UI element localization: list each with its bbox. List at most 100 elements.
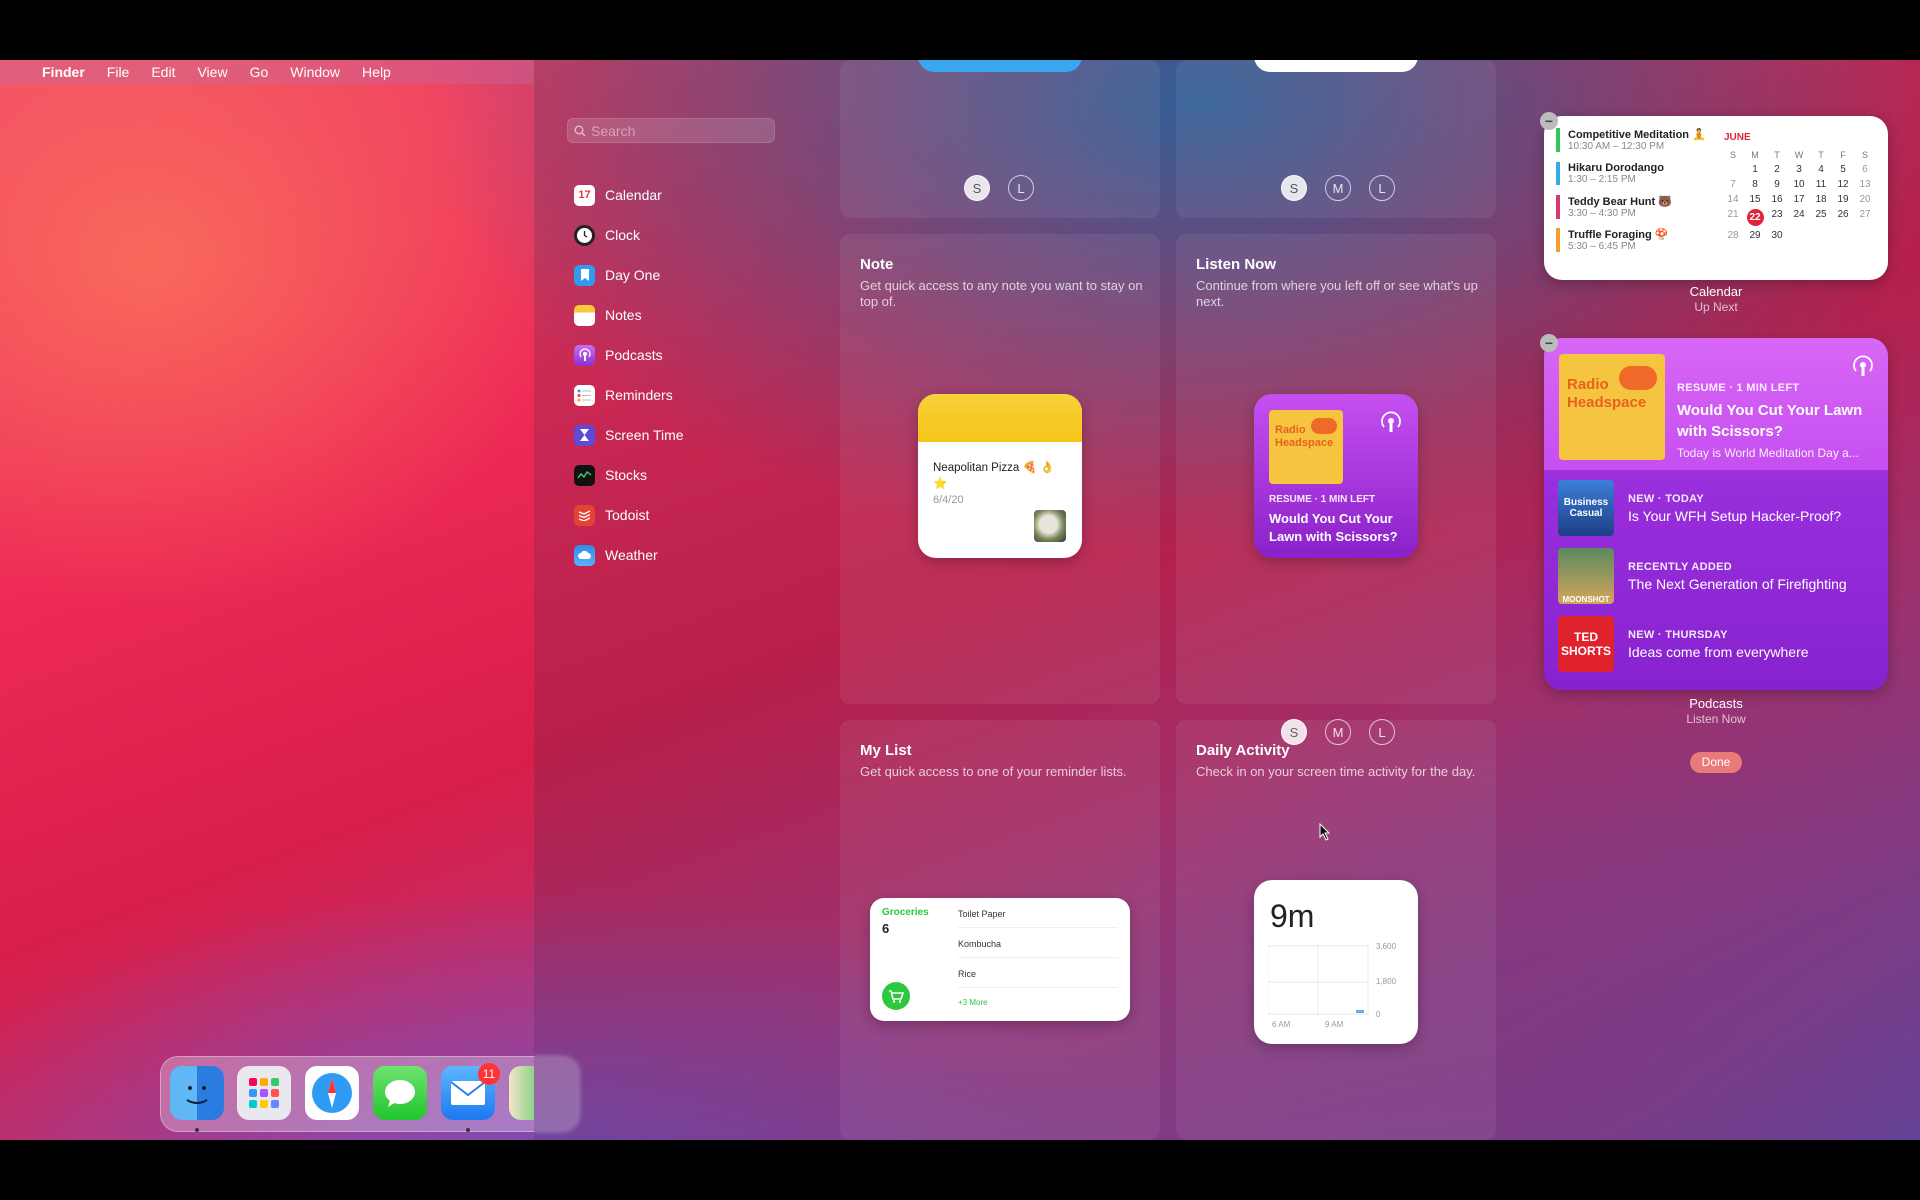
podcast-hero[interactable]: Radio Headspace RESUME · 1 MIN LEFT Woul… bbox=[1544, 338, 1888, 470]
menu-view[interactable]: View bbox=[197, 64, 227, 80]
widget-card-listen-now[interactable]: Listen Now Continue from where you left … bbox=[1176, 234, 1496, 704]
menu-edit[interactable]: Edit bbox=[151, 64, 175, 80]
menu-go[interactable]: Go bbox=[250, 64, 269, 80]
podcast-episode-item[interactable]: MOONSHOT RECENTLY ADDED The Next Generati… bbox=[1558, 546, 1847, 606]
podcasts-widget[interactable]: Radio Headspace RESUME · 1 MIN LEFT Woul… bbox=[1544, 338, 1888, 690]
search-field[interactable] bbox=[567, 118, 775, 143]
messages-icon[interactable] bbox=[373, 1066, 427, 1120]
business-casual-artwork: Business Casual bbox=[1558, 480, 1614, 536]
search-input[interactable] bbox=[591, 122, 761, 139]
calendar-day[interactable]: 14 bbox=[1722, 194, 1744, 205]
size-medium-button[interactable]: M bbox=[1325, 175, 1351, 201]
calendar-day[interactable]: 6 bbox=[1854, 164, 1876, 175]
podcast-widget-preview[interactable]: Radio Headspace RESUME · 1 MIN LEFT Woul… bbox=[1254, 394, 1418, 558]
sidebar-item-clock[interactable]: Clock bbox=[574, 221, 774, 249]
calendar-day[interactable]: 8 bbox=[1744, 179, 1766, 190]
calendar-event[interactable]: Competitive Meditation 🧘 10:30 AM – 12:3… bbox=[1556, 128, 1706, 152]
note-thumbnail bbox=[1034, 510, 1066, 542]
sidebar-item-day-one[interactable]: Day One bbox=[574, 261, 774, 289]
menu-window[interactable]: Window bbox=[290, 64, 340, 80]
calendar-event[interactable]: Truffle Foraging 🍄 5:30 – 6:45 PM bbox=[1556, 228, 1668, 252]
size-large-button[interactable]: L bbox=[1369, 175, 1395, 201]
sidebar-item-label: Stocks bbox=[605, 467, 648, 483]
calendar-day[interactable]: 20 bbox=[1854, 194, 1876, 205]
calendar-day[interactable]: 25 bbox=[1810, 209, 1832, 226]
calendar-day[interactable]: 18 bbox=[1810, 194, 1832, 205]
partial-widget bbox=[918, 60, 1082, 72]
speech-bubble-icon bbox=[1311, 418, 1337, 434]
size-small-button[interactable]: S bbox=[964, 175, 990, 201]
radio-headspace-artwork: Radio Headspace bbox=[1559, 354, 1665, 460]
calendar-day[interactable]: 29 bbox=[1744, 230, 1766, 241]
sidebar-item-notes[interactable]: Notes bbox=[574, 301, 774, 329]
calendar-day[interactable]: 4 bbox=[1810, 164, 1832, 175]
card-description: Check in on your screen time activity fo… bbox=[1196, 764, 1476, 779]
finder-icon[interactable] bbox=[170, 1066, 224, 1120]
activity-chart bbox=[1268, 944, 1369, 1016]
podcast-episode-item[interactable]: Business Casual NEW · TODAY Is Your WFH S… bbox=[1558, 478, 1841, 538]
calendar-day[interactable]: 2 bbox=[1766, 164, 1788, 175]
calendar-day[interactable]: 7 bbox=[1722, 179, 1744, 190]
menu-help[interactable]: Help bbox=[362, 64, 391, 80]
widget-card-daily-activity[interactable]: Daily Activity Check in on your screen t… bbox=[1176, 720, 1496, 1140]
calendar-day[interactable]: 10 bbox=[1788, 179, 1810, 190]
weather-icon bbox=[574, 544, 595, 566]
sidebar-item-calendar[interactable]: 17 Calendar bbox=[574, 181, 774, 209]
calendar-day[interactable]: 24 bbox=[1788, 209, 1810, 226]
calendar-day[interactable]: 17 bbox=[1788, 194, 1810, 205]
calendar-day[interactable]: 9 bbox=[1766, 179, 1788, 190]
calendar-day[interactable]: 27 bbox=[1854, 209, 1876, 226]
widget-card-my-list[interactable]: My List Get quick access to one of your … bbox=[840, 720, 1160, 1140]
size-small-button[interactable]: S bbox=[1281, 175, 1307, 201]
calendar-day[interactable]: 16 bbox=[1766, 194, 1788, 205]
y-tick: 0 bbox=[1376, 1010, 1381, 1019]
calendar-event[interactable]: Teddy Bear Hunt 🐻 3:30 – 4:30 PM bbox=[1556, 195, 1672, 219]
screen-time-widget-preview[interactable]: 9m 3,600 1,800 0 6 AM 9 AM bbox=[1254, 880, 1418, 1044]
calendar-day[interactable]: 12 bbox=[1832, 179, 1854, 190]
calendar-day[interactable]: 22 bbox=[1744, 209, 1766, 226]
remove-calendar-widget-button[interactable]: − bbox=[1540, 112, 1558, 130]
sidebar-item-reminders[interactable]: Reminders bbox=[574, 381, 774, 409]
safari-icon[interactable] bbox=[305, 1066, 359, 1120]
sidebar-item-podcasts[interactable]: Podcasts bbox=[574, 341, 774, 369]
menu-file[interactable]: File bbox=[107, 64, 130, 80]
calendar-day[interactable]: 11 bbox=[1810, 179, 1832, 190]
menu-finder[interactable]: Finder bbox=[42, 64, 85, 80]
size-large-button[interactable]: L bbox=[1008, 175, 1034, 201]
calendar-day[interactable]: 15 bbox=[1744, 194, 1766, 205]
calendar-day[interactable]: 21 bbox=[1722, 209, 1744, 226]
podcasts-icon bbox=[574, 344, 595, 366]
clock-icon bbox=[574, 224, 595, 246]
launchpad-icon[interactable] bbox=[237, 1066, 291, 1120]
calendar-day[interactable]: 13 bbox=[1854, 179, 1876, 190]
calendar-day[interactable]: 19 bbox=[1832, 194, 1854, 205]
calendar-day[interactable]: 1 bbox=[1744, 164, 1766, 175]
widget-card-note[interactable]: Note Get quick access to any note you wa… bbox=[840, 234, 1160, 704]
calendar-day[interactable]: 26 bbox=[1832, 209, 1854, 226]
done-button[interactable]: Done bbox=[1690, 752, 1742, 773]
sidebar-item-todoist[interactable]: Todoist bbox=[574, 501, 774, 529]
reminders-widget-preview[interactable]: Groceries 6 Toilet Paper Kombucha Rice +… bbox=[870, 898, 1130, 1021]
size-selector: S M L bbox=[1281, 175, 1395, 201]
calendar-day[interactable]: 5 bbox=[1832, 164, 1854, 175]
calendar-day[interactable]: 30 bbox=[1766, 230, 1788, 241]
note-widget-preview[interactable]: Neapolitan Pizza 🍕 👌 ⭐️ 6/4/20 bbox=[918, 394, 1082, 558]
more-items-link: +3 More bbox=[958, 998, 988, 1007]
list-item: Rice bbox=[958, 969, 1118, 988]
calendar-day[interactable]: 28 bbox=[1722, 230, 1744, 241]
sidebar-item-weather[interactable]: Weather bbox=[574, 541, 774, 569]
podcast-episode-item[interactable]: TED SHORTS NEW · THURSDAY Ideas come from… bbox=[1558, 614, 1809, 674]
maps-icon[interactable] bbox=[509, 1066, 534, 1120]
weekday-header: S bbox=[1729, 150, 1736, 160]
calendar-event[interactable]: Hikaru Dorodango 1:30 – 2:15 PM bbox=[1556, 162, 1664, 185]
remove-podcasts-widget-button[interactable]: − bbox=[1540, 334, 1558, 352]
calendar-day bbox=[1810, 230, 1832, 241]
sidebar-item-screen-time[interactable]: Screen Time bbox=[574, 421, 774, 449]
radio-headspace-artwork: Radio Headspace bbox=[1269, 410, 1343, 484]
list-count: 6 bbox=[882, 921, 890, 936]
sidebar-item-stocks[interactable]: Stocks bbox=[574, 461, 774, 489]
calendar-day[interactable]: 23 bbox=[1766, 209, 1788, 226]
sidebar-item-label: Todoist bbox=[605, 507, 650, 523]
calendar-widget[interactable]: Competitive Meditation 🧘 10:30 AM – 12:3… bbox=[1544, 116, 1888, 280]
calendar-day[interactable]: 3 bbox=[1788, 164, 1810, 175]
